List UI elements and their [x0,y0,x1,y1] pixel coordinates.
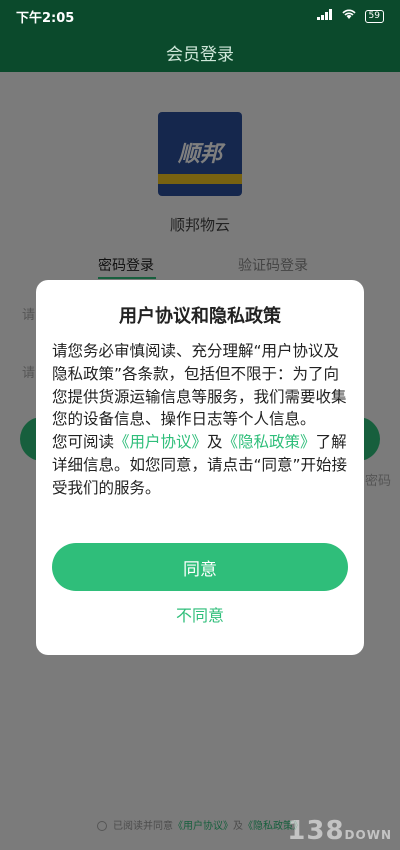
dialog-paragraph-1: 请您务必审慎阅读、充分理解“用户协议及隐私政策”各条款，包括但不限于：为了向您提… [52,342,347,429]
watermark-suffix: DOWN [344,828,392,842]
agree-button[interactable]: 同意 [52,543,348,591]
watermark-text: 138 [287,816,345,846]
page-title: 会员登录 [166,44,234,65]
wifi-icon [341,8,357,24]
watermark: 138DOWN [287,816,392,846]
disagree-button[interactable]: 不同意 [36,602,364,626]
link-and: 及 [207,433,223,452]
signal-icon [316,8,333,24]
dialog-paragraph-2: 您可阅读《用户协议》及《隐私政策》了解详细信息。如您同意，请点击“同意”开始接受… [52,431,350,499]
privacy-policy-link[interactable]: 《隐私政策》 [223,433,316,451]
read-prefix: 您可阅读 [52,433,115,452]
status-icons: 59 [316,8,384,24]
user-agreement-link[interactable]: 《用户协议》 [114,433,207,451]
status-time: 下午2:05 [16,10,75,26]
battery-icon: 59 [364,9,384,23]
privacy-dialog: 用户协议和隐私政策 请您务必审慎阅读、充分理解“用户协议及隐私政策”各条款，包括… [36,280,364,655]
dialog-body: 请您务必审慎阅读、充分理解“用户协议及隐私政策”各条款，包括但不限于：为了向您提… [52,340,350,500]
dialog-title: 用户协议和隐私政策 [119,306,281,327]
status-bar: 下午2:05 59 [0,0,400,32]
header-bar: 会员登录 [0,32,400,72]
